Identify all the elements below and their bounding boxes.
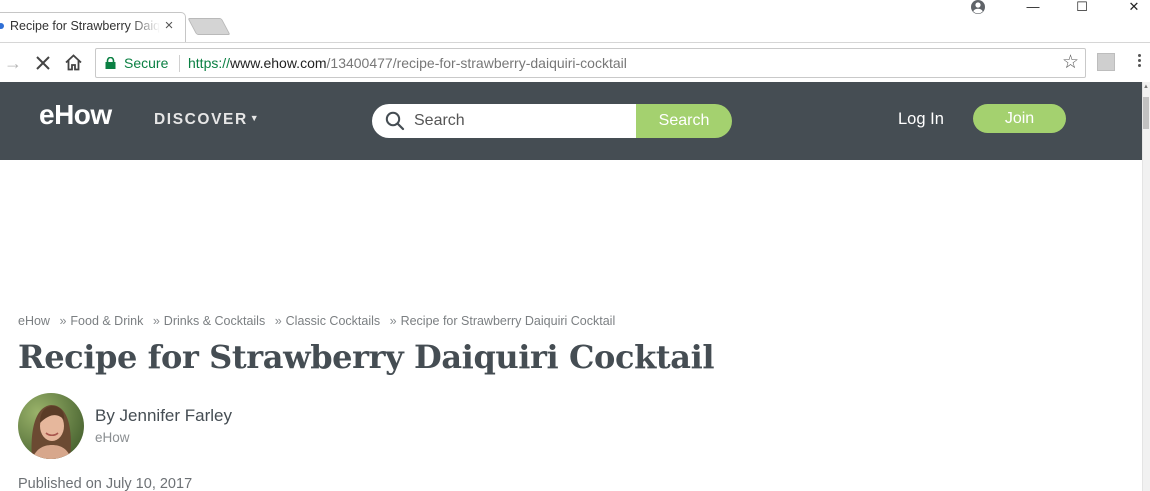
search-box xyxy=(372,104,636,138)
breadcrumb-item-current[interactable]: Recipe for Strawberry Daiquiri Cocktail xyxy=(401,314,616,328)
browser-menu-icon[interactable] xyxy=(1136,52,1142,72)
url-scheme: https:// xyxy=(188,55,231,71)
breadcrumb-item-ehow[interactable]: eHow xyxy=(18,314,50,328)
url-text[interactable]: https://www.ehow.com/13400477/recipe-for… xyxy=(188,55,627,71)
url-host: www.ehow.com xyxy=(230,55,327,71)
breadcrumb-item-classic-cocktails[interactable]: Classic Cocktails xyxy=(286,314,380,328)
browser-toolbar: → Secure https://www.ehow.com/13400477/r… xyxy=(0,42,1150,82)
author-photo xyxy=(18,393,84,459)
breadcrumb-separator: » xyxy=(59,314,67,328)
forward-icon[interactable]: → xyxy=(3,53,23,73)
scroll-up-arrow-icon[interactable]: ▲ xyxy=(1143,84,1149,90)
bookmark-star-icon[interactable]: ☆ xyxy=(1062,52,1079,74)
join-button[interactable]: Join xyxy=(973,104,1066,133)
page-scrollbar[interactable] xyxy=(1142,82,1150,491)
discover-menu[interactable]: DISCOVER ▼ xyxy=(154,111,260,129)
ehow-logo[interactable]: eHow xyxy=(39,99,112,131)
page-title: Recipe for Strawberry Daiquiri Cocktail xyxy=(18,338,715,376)
breadcrumb-separator: » xyxy=(274,314,282,328)
breadcrumb-item-drinks-cocktails[interactable]: Drinks & Cocktails xyxy=(164,314,265,328)
site-header: eHow DISCOVER▼ Search Log In Join xyxy=(0,82,1142,160)
extension-icon[interactable] xyxy=(1097,53,1115,71)
search-icon xyxy=(385,111,405,131)
window-minimize-button[interactable]: — xyxy=(1010,0,1056,16)
author-avatar[interactable] xyxy=(18,393,84,459)
published-date: Published on July 10, 2017 xyxy=(18,476,193,491)
omnibox-divider xyxy=(179,55,180,72)
url-path: /13400477/recipe-for-strawberry-daiquiri… xyxy=(326,55,627,71)
caret-down-icon: ▼ xyxy=(249,113,261,123)
profile-icon[interactable] xyxy=(970,0,986,16)
tab-title[interactable]: Recipe for Strawberry Daiquiri Cocktail xyxy=(10,19,160,35)
scrollbar-thumb[interactable] xyxy=(1143,97,1149,129)
author-name[interactable]: By Jennifer Farley xyxy=(95,406,232,426)
window-close-button[interactable]: ✕ xyxy=(1111,0,1150,16)
breadcrumb-separator: » xyxy=(389,314,397,328)
browser-tab-strip: Recipe for Strawberry Daiquiri Cocktail … xyxy=(0,0,1150,42)
lock-icon xyxy=(105,57,116,69)
window-maximize-button[interactable]: ☐ xyxy=(1059,0,1105,16)
author-org: eHow xyxy=(95,430,130,445)
search-input[interactable] xyxy=(414,104,624,138)
breadcrumb: eHow » Food & Drink » Drinks & Cocktails »… xyxy=(18,314,615,328)
address-bar[interactable]: Secure https://www.ehow.com/13400477/rec… xyxy=(95,48,1086,78)
login-link[interactable]: Log In xyxy=(898,110,944,129)
secure-label[interactable]: Secure xyxy=(124,55,168,71)
stop-loading-icon[interactable] xyxy=(34,54,52,72)
discover-label: DISCOVER xyxy=(154,111,248,128)
home-icon[interactable] xyxy=(64,53,83,72)
breadcrumb-item-food-drink[interactable]: Food & Drink xyxy=(70,314,143,328)
breadcrumb-separator: » xyxy=(152,314,160,328)
new-tab-button[interactable] xyxy=(187,18,231,35)
search-button[interactable]: Search xyxy=(636,104,732,138)
tab-close-icon[interactable]: × xyxy=(162,17,176,35)
